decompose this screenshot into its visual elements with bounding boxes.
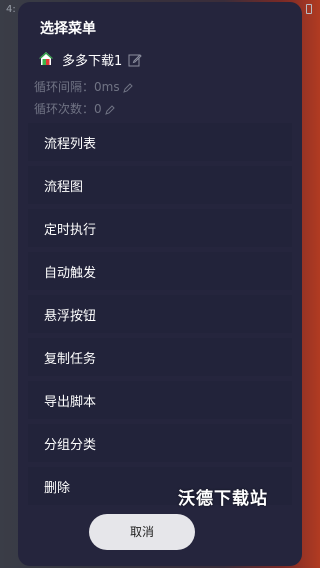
loop-count[interactable]: 循环次数：0 (34, 100, 115, 117)
battery-icon (306, 4, 312, 14)
menu-item-label: 分组分类 (44, 438, 97, 453)
select-menu-sheet: 选择菜单 多多下载1 循环间隔：0ms 循环次数：0 流程列表 流程图 定时执行… (18, 2, 302, 566)
pencil-icon (122, 82, 133, 93)
menu-item-label: 导出脚本 (44, 395, 97, 410)
menu-item-flowchart[interactable]: 流程图 (28, 166, 292, 204)
home-icon (38, 51, 54, 67)
loop-interval-text: 循环间隔：0ms (34, 80, 120, 94)
menu-item-auto-trigger[interactable]: 自动触发 (28, 252, 292, 290)
menu-item-label: 流程图 (44, 180, 84, 195)
task-name: 多多下载1 (62, 53, 123, 69)
menu-item-floating-button[interactable]: 悬浮按钮 (28, 295, 292, 333)
menu-item-label: 自动触发 (44, 266, 97, 281)
loop-count-text: 循环次数：0 (34, 102, 102, 116)
menu-item-label: 流程列表 (44, 137, 97, 152)
task-header: 多多下载1 (38, 50, 142, 69)
menu-item-label: 复制任务 (44, 352, 97, 367)
sheet-title: 选择菜单 (40, 21, 96, 37)
menu-item-scheduled-run[interactable]: 定时执行 (28, 209, 292, 247)
edit-icon[interactable] (128, 52, 142, 67)
menu-item-label: 删除 (44, 481, 71, 496)
status-time: 4: (6, 4, 16, 15)
watermark: 沃德下载站 (178, 489, 268, 509)
menu-item-label: 定时执行 (44, 223, 97, 238)
menu-item-label: 悬浮按钮 (44, 309, 97, 324)
cancel-button[interactable]: 取消 (89, 514, 195, 550)
menu-item-group-category[interactable]: 分组分类 (28, 424, 292, 462)
loop-interval[interactable]: 循环间隔：0ms (34, 78, 133, 95)
menu-item-flow-list[interactable]: 流程列表 (28, 123, 292, 161)
menu-item-copy-task[interactable]: 复制任务 (28, 338, 292, 376)
pencil-icon (104, 104, 115, 115)
menu-item-export-script[interactable]: 导出脚本 (28, 381, 292, 419)
